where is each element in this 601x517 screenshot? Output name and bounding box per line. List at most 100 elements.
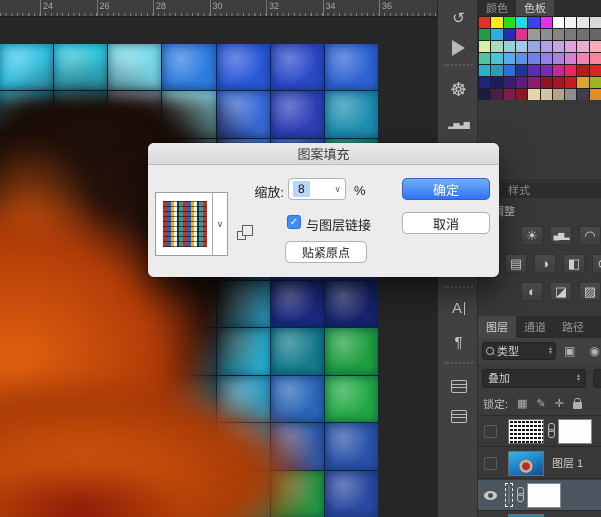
new-pattern-preset-button[interactable]	[237, 225, 253, 240]
swatch[interactable]	[515, 77, 528, 88]
layer-row-pattern-fill-top[interactable]	[478, 416, 601, 447]
tab-styles[interactable]: 样式	[500, 182, 538, 198]
swatch[interactable]	[503, 77, 515, 88]
swatch[interactable]	[528, 77, 540, 88]
vibrance-adjustment-icon[interactable]: ▤	[505, 254, 527, 273]
filter-adjustment-layers-icon[interactable]: ◉	[589, 344, 599, 358]
brightness-contrast-adjustment-icon[interactable]: ☀	[521, 226, 543, 245]
swatch[interactable]	[577, 41, 589, 52]
mosaic-grid[interactable]	[0, 44, 378, 517]
layer-row-clipped[interactable]	[478, 512, 601, 517]
swatch[interactable]	[503, 17, 515, 28]
paragraph-styles-panel-icon[interactable]	[438, 402, 479, 430]
swatch[interactable]	[515, 89, 528, 100]
swatch[interactable]	[479, 77, 491, 88]
character-panel-icon[interactable]: A	[438, 294, 479, 322]
histogram-panel-icon[interactable]: ▂▅▃▆	[438, 110, 479, 138]
swatch[interactable]	[503, 53, 515, 64]
swatch[interactable]	[589, 29, 601, 40]
link-with-layer-checkbox[interactable]: ✓	[287, 215, 301, 229]
visibility-toggle[interactable]	[484, 424, 497, 438]
swatch[interactable]	[528, 65, 540, 76]
curves-adjustment-icon[interactable]: ◠	[579, 226, 601, 245]
swatch[interactable]	[479, 17, 491, 28]
swatch[interactable]	[552, 17, 565, 28]
scale-combobox[interactable]: 8 ∨	[288, 178, 346, 200]
swatch[interactable]	[540, 65, 552, 76]
swatch[interactable]	[589, 77, 601, 88]
swatch[interactable]	[552, 29, 565, 40]
swatch[interactable]	[528, 29, 540, 40]
lock-transparency-icon[interactable]: ▦	[517, 397, 527, 410]
layer-mask-thumbnail[interactable]	[558, 418, 592, 444]
paragraph-panel-icon[interactable]: ¶	[438, 328, 479, 356]
swatch[interactable]	[503, 65, 515, 76]
swatch[interactable]	[491, 77, 503, 88]
layer-name[interactable]: 图层 1	[552, 455, 583, 471]
lock-all-icon[interactable]	[572, 398, 582, 409]
tab-channels[interactable]: 通道	[516, 316, 554, 338]
ok-button[interactable]: 确定	[402, 178, 490, 200]
tab-layers[interactable]: 图层	[478, 316, 516, 338]
layer-mask-thumbnail[interactable]	[527, 482, 561, 508]
color-balance-adjustment-icon[interactable]: ◑	[534, 254, 556, 273]
swatch[interactable]	[491, 29, 503, 40]
tab-color[interactable]: 颜色	[478, 0, 516, 16]
swatch[interactable]	[552, 77, 565, 88]
swatch[interactable]	[528, 89, 540, 100]
swatch[interactable]	[552, 65, 565, 76]
tab-swatches[interactable]: 色板	[516, 0, 554, 16]
swatch[interactable]	[503, 29, 515, 40]
visibility-toggle[interactable]	[484, 456, 497, 470]
scale-value[interactable]: 8	[293, 181, 310, 197]
swatch[interactable]	[565, 53, 577, 64]
swatch[interactable]	[540, 89, 552, 100]
swatch[interactable]	[491, 65, 503, 76]
swatch[interactable]	[528, 17, 540, 28]
swatch[interactable]	[491, 53, 503, 64]
dialog-title[interactable]: 图案填充	[148, 143, 499, 165]
layer-row-image[interactable]: 图层 1	[478, 448, 601, 479]
character-styles-panel-icon[interactable]	[438, 372, 479, 400]
swatch[interactable]	[515, 41, 528, 52]
history-panel-icon[interactable]: ↺	[438, 4, 479, 32]
swatch[interactable]	[565, 77, 577, 88]
swatch[interactable]	[577, 53, 589, 64]
swatch[interactable]	[540, 29, 552, 40]
opacity-field-clipped[interactable]	[593, 369, 601, 388]
navigator-panel-icon[interactable]: ☸	[438, 76, 479, 104]
swatch[interactable]	[503, 41, 515, 52]
swatch[interactable]	[565, 17, 577, 28]
lock-position-icon[interactable]: ✛	[555, 397, 564, 410]
pattern-preview-dropdown[interactable]: ∨	[155, 192, 228, 256]
swatch[interactable]	[515, 53, 528, 64]
swatch[interactable]	[491, 89, 503, 100]
swatch[interactable]	[528, 41, 540, 52]
image-layer-thumbnail[interactable]	[508, 450, 544, 476]
horizontal-ruler[interactable]: 24 26 28 30 32 34 36	[0, 0, 437, 17]
invert-adjustment-icon[interactable]: ◐	[521, 282, 543, 301]
swatch[interactable]	[479, 53, 491, 64]
swatch[interactable]	[589, 65, 601, 76]
swatch[interactable]	[577, 77, 589, 88]
swatch[interactable]	[491, 41, 503, 52]
swatch[interactable]	[552, 89, 565, 100]
swatch[interactable]	[565, 41, 577, 52]
swatch[interactable]	[589, 17, 601, 28]
lock-pixels-brush-icon[interactable]: ✎	[536, 397, 545, 410]
black-white-adjustment-icon[interactable]: ◧	[563, 254, 585, 273]
swatch[interactable]	[479, 65, 491, 76]
swatch[interactable]	[479, 41, 491, 52]
swatch[interactable]	[552, 41, 565, 52]
swatch[interactable]	[589, 41, 601, 52]
swatch[interactable]	[479, 29, 491, 40]
swatch[interactable]	[589, 89, 601, 100]
cancel-button[interactable]: 取消	[402, 212, 490, 234]
actions-panel-icon[interactable]	[438, 34, 479, 62]
swatch[interactable]	[577, 17, 589, 28]
swatch[interactable]	[528, 53, 540, 64]
eye-icon[interactable]	[484, 490, 497, 500]
swatch[interactable]	[479, 89, 491, 100]
layer-filter-kind-dropdown[interactable]: 类型 ▴ ▾	[482, 342, 556, 360]
pattern-layer-thumbnail[interactable]	[508, 418, 544, 444]
